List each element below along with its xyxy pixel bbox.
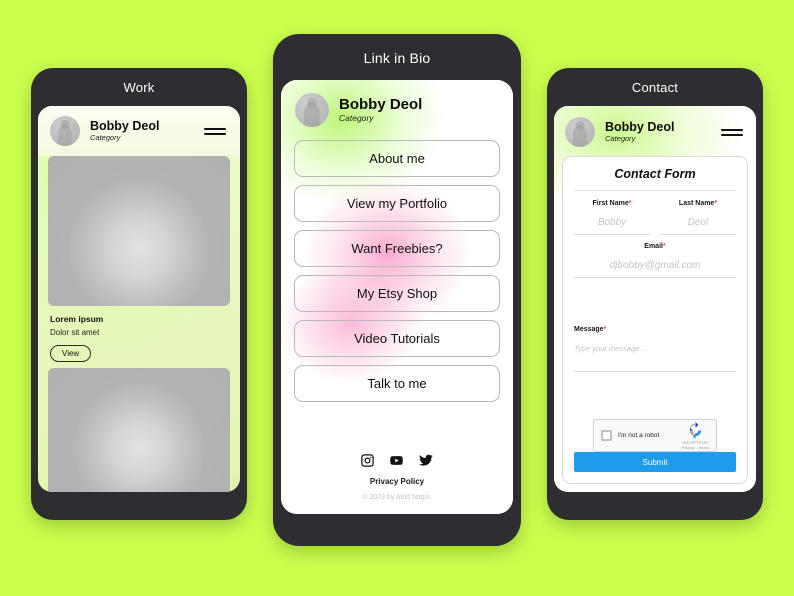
- label-text: First Name: [592, 200, 629, 207]
- contact-form: Contact Form First Name* Last Name*: [562, 156, 748, 484]
- submit-button[interactable]: Submit: [574, 452, 736, 472]
- caption-subtitle: Dolor sit amet: [50, 328, 100, 338]
- portfolio-caption: Lorem ipsum Dolor sit amet View: [48, 306, 230, 368]
- hamburger-line: [204, 132, 226, 135]
- recaptcha-brand-text: reCAPTCHA: [682, 439, 709, 445]
- hamburger-menu-icon[interactable]: [721, 128, 745, 136]
- work-gallery: Lorem ipsum Dolor sit amet View: [38, 156, 240, 492]
- profile-name: Bobby Deol: [605, 119, 675, 134]
- bio-footer: Privacy Policy © 2023 by Abid Naqvi.: [281, 441, 513, 514]
- privacy-policy-link[interactable]: Privacy Policy: [281, 477, 513, 486]
- profile-text: Bobby Deol Category: [90, 118, 204, 143]
- first-name-label: First Name*: [574, 200, 650, 207]
- label-text: Email: [644, 243, 663, 250]
- required-marker: *: [662, 243, 666, 250]
- contact-body: Bobby Deol Category Contact Form First N…: [554, 106, 756, 492]
- label-text: Message: [574, 326, 604, 333]
- view-button[interactable]: View: [50, 345, 92, 363]
- hamburger-line: [204, 127, 226, 130]
- profile-header: Bobby Deol Category: [281, 80, 513, 136]
- youtube-icon[interactable]: [388, 453, 405, 468]
- work-body: Bobby Deol Category Lorem ipsum Dolor si…: [38, 106, 240, 492]
- profile-header: Bobby Deol Category: [554, 106, 756, 156]
- hamburger-menu-icon[interactable]: [204, 127, 228, 135]
- required-marker: *: [628, 200, 632, 207]
- last-name-field-group: Last Name*: [660, 200, 736, 235]
- bio-body: Bobby Deol Category About me View my Por…: [281, 80, 513, 514]
- screen-bio: Bobby Deol Category About me View my Por…: [281, 80, 513, 514]
- first-name-field-group: First Name*: [574, 200, 650, 235]
- last-name-input[interactable]: [660, 214, 736, 235]
- message-label: Message*: [574, 326, 736, 333]
- recaptcha-terms-text[interactable]: Privacy - Terms: [682, 445, 709, 450]
- required-marker: *: [714, 200, 718, 207]
- screen-work: Bobby Deol Category Lorem ipsum Dolor si…: [38, 106, 240, 492]
- instagram-icon[interactable]: [360, 453, 375, 468]
- hamburger-line: [721, 128, 743, 131]
- bio-link-about-me[interactable]: About me: [294, 140, 500, 177]
- bio-link-list: About me View my Portfolio Want Freebies…: [281, 136, 513, 402]
- portfolio-image-placeholder[interactable]: [48, 156, 230, 306]
- bio-link-etsy-shop[interactable]: My Etsy Shop: [294, 275, 500, 312]
- profile-category: Category: [339, 113, 374, 123]
- first-name-input[interactable]: [574, 214, 650, 235]
- canvas: Work Bobby Deol Category Lorem ipsum Dol…: [0, 0, 794, 596]
- recaptcha-branding: reCAPTCHA Privacy - Terms: [682, 421, 709, 450]
- phone-title-work: Work: [123, 80, 155, 95]
- form-title: Contact Form: [574, 167, 736, 191]
- email-label: Email*: [574, 243, 736, 250]
- phone-mockup-link-in-bio: Link in Bio Bobby Deol Category About me…: [273, 34, 521, 546]
- recaptcha-checkbox[interactable]: [601, 430, 612, 441]
- recaptcha-logo-icon: [689, 421, 701, 439]
- required-marker: *: [603, 326, 607, 333]
- message-field-group: Message*: [574, 326, 736, 401]
- bio-link-video-tutorials[interactable]: Video Tutorials: [294, 320, 500, 357]
- social-links: [281, 453, 513, 468]
- email-input[interactable]: [574, 257, 736, 278]
- bio-link-view-portfolio[interactable]: View my Portfolio: [294, 185, 500, 222]
- recaptcha-label: I'm not a robot: [618, 432, 660, 439]
- label-text: Last Name: [678, 200, 715, 207]
- phone-title-contact: Contact: [631, 80, 679, 95]
- profile-header: Bobby Deol Category: [38, 106, 240, 156]
- profile-text: Bobby Deol Category: [339, 95, 499, 123]
- avatar: [50, 116, 80, 146]
- caption-title: Lorem ipsum: [50, 314, 104, 324]
- message-input[interactable]: [574, 341, 736, 372]
- bio-link-want-freebies[interactable]: Want Freebies?: [294, 230, 500, 267]
- profile-text: Bobby Deol Category: [605, 119, 721, 144]
- profile-category: Category: [90, 133, 121, 143]
- last-name-label: Last Name*: [660, 200, 736, 207]
- recaptcha-widget[interactable]: I'm not a robot reCAPTCHA Privacy - Term…: [593, 419, 717, 452]
- profile-name: Bobby Deol: [339, 95, 423, 113]
- twitter-icon[interactable]: [418, 453, 434, 468]
- copyright-text: © 2023 by Abid Naqvi.: [362, 494, 432, 501]
- email-field-group: Email*: [574, 243, 736, 318]
- avatar: [565, 117, 595, 147]
- phone-mockup-work: Work Bobby Deol Category Lorem ipsum Dol…: [31, 68, 247, 520]
- hamburger-line: [721, 133, 743, 136]
- screen-contact: Bobby Deol Category Contact Form First N…: [554, 106, 756, 492]
- avatar: [295, 93, 329, 127]
- profile-category: Category: [605, 134, 636, 144]
- name-row: First Name* Last Name*: [574, 200, 736, 243]
- portfolio-image-placeholder[interactable]: [48, 368, 230, 492]
- phone-title-bio: Link in Bio: [363, 50, 431, 66]
- bio-link-talk-to-me[interactable]: Talk to me: [294, 365, 500, 402]
- profile-name: Bobby Deol: [90, 118, 160, 133]
- phone-mockup-contact: Contact Bobby Deol Category Contact Form: [547, 68, 763, 520]
